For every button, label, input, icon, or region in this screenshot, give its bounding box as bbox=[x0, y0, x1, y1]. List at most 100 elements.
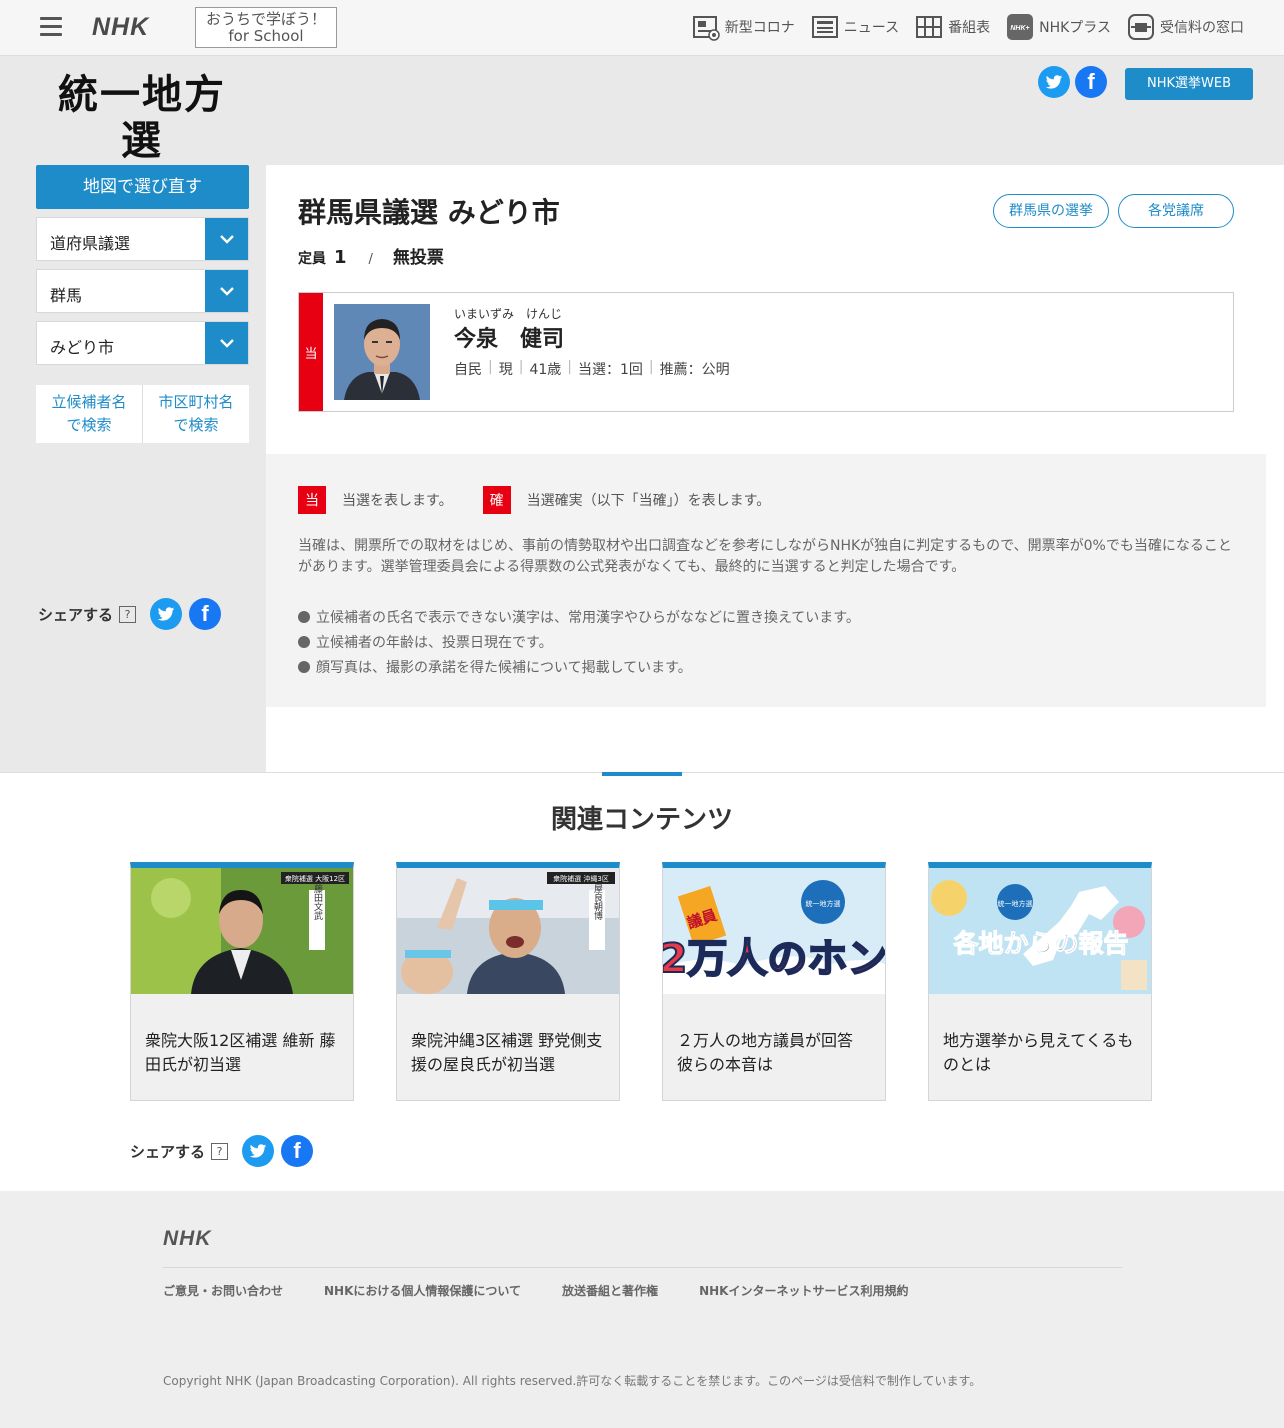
twitter-icon[interactable] bbox=[150, 598, 183, 630]
quota-label: 定員 bbox=[298, 251, 326, 267]
legend: 当 当選を表します。 確 当選確実（以下「当確」）を表します。 bbox=[298, 486, 770, 514]
top-navigation-bar: NHK おうちで学ぼう！ for School 新型コロナ ニュース 番組表 N… bbox=[0, 0, 1284, 56]
election-logo-title: 統一地方選 bbox=[58, 72, 226, 164]
candidate-age: 41歳 bbox=[529, 362, 562, 378]
related-card[interactable]: 衆院補選 沖縄3区 屋良朝博 衆院沖縄3区補選 野党側支援の屋良氏が初当選 bbox=[396, 862, 620, 1101]
meta-separator: / bbox=[368, 252, 373, 267]
footer-link-contact[interactable]: ご意見・お問い合わせ bbox=[163, 1282, 283, 1299]
nhk-election-web-button[interactable]: NHK選挙WEB bbox=[1125, 68, 1253, 100]
nhk-plus-icon: NHK+ bbox=[1007, 14, 1034, 40]
nhk-logo[interactable]: NHK bbox=[92, 13, 149, 42]
footer-link-copyright[interactable]: 放送番組と著作権 bbox=[562, 1282, 658, 1299]
twitter-icon[interactable] bbox=[1038, 66, 1070, 98]
nav-corona[interactable]: 新型コロナ bbox=[692, 13, 795, 41]
notes-list-item: 立候補者の年齢は、投票日現在です。 bbox=[298, 629, 860, 654]
election-type-value: 道府県議選 bbox=[50, 234, 131, 253]
card-thumbnail: 衆院補選 沖縄3区 屋良朝博 bbox=[397, 868, 619, 994]
nav-nhk-plus-label: NHKプラス bbox=[1039, 20, 1111, 36]
nav-reception-fee-label: 受信料の窓口 bbox=[1160, 20, 1244, 36]
elected-mark: 当 bbox=[298, 486, 326, 514]
gunma-elections-link[interactable]: 群馬県の選挙 bbox=[993, 194, 1109, 228]
choose-by-map-button[interactable]: 地図で選び直す bbox=[36, 165, 249, 209]
for-school-line2: for School bbox=[228, 27, 304, 45]
notes-box: 当 当選を表します。 確 当選確実（以下「当確」）を表します。 当確は、開票所で… bbox=[266, 454, 1266, 707]
chevron-down-icon bbox=[205, 270, 248, 312]
notes-list: 立候補者の氏名で表示できない漢字は、常用漢字やひらがななどに置き換えています。 … bbox=[298, 604, 860, 679]
card-thumbnail: 衆院補選 大阪12区 藤田文武 bbox=[131, 868, 353, 994]
related-card[interactable]: 統一地方選 各地からの報告 地方選挙から見えてくるものとは bbox=[928, 862, 1152, 1101]
program-guide-icon bbox=[916, 16, 943, 38]
search-options: 立候補者名で検索 市区町村名で検索 bbox=[36, 385, 249, 443]
news-icon bbox=[811, 16, 838, 38]
prefecture-select[interactable]: 群馬 bbox=[36, 269, 249, 313]
related-heading: 関連コンテンツ bbox=[550, 805, 733, 835]
city-select[interactable]: みどり市 bbox=[36, 321, 249, 365]
nav-program-guide[interactable]: 番組表 bbox=[915, 13, 990, 41]
share-help-icon[interactable]: ? bbox=[119, 605, 137, 623]
elected-mark-description: 当選を表します。 bbox=[342, 493, 453, 509]
thumb-caption: 衆院補選 大阪12区 bbox=[285, 874, 345, 883]
footer-nhk-logo[interactable]: NHK bbox=[163, 1227, 212, 1251]
search-by-city-button[interactable]: 市区町村名で検索 bbox=[142, 385, 249, 443]
candidate-furigana: いまいずみ けんじ bbox=[454, 307, 563, 321]
attr-separator: | bbox=[518, 359, 524, 375]
menu-icon[interactable] bbox=[40, 17, 62, 37]
candidate-endorsement: 推薦：公明 bbox=[659, 362, 730, 378]
bullet-icon bbox=[298, 660, 310, 673]
race-result-panel: 群馬県議選 みどり市 定員 1 / 無投票 群馬県の選挙 各党議席 当 いまいず… bbox=[266, 165, 1284, 772]
prefecture-value: 群馬 bbox=[50, 286, 83, 305]
facebook-icon[interactable]: f bbox=[1075, 66, 1107, 98]
thumb-main-text: 2万人のホンネ bbox=[663, 936, 885, 982]
uncontested-status: 無投票 bbox=[392, 248, 444, 268]
related-contents: 関連コンテンツ 衆院補選 大阪12区 藤田文武 衆院大阪12区補選 維新 藤田氏… bbox=[0, 772, 1284, 1191]
twitter-icon[interactable] bbox=[242, 1135, 275, 1167]
note-text: 立候補者の年齢は、投票日現在です。 bbox=[316, 634, 553, 651]
search-by-candidate-label: 立候補者名で検索 bbox=[51, 393, 127, 434]
footer-links: ご意見・お問い合わせ NHKにおける個人情報保護について 放送番組と著作権 NH… bbox=[163, 1282, 949, 1299]
note-text: 立候補者の氏名で表示できない漢字は、常用漢字やひらがななどに置き換えています。 bbox=[316, 609, 860, 626]
sidebar-share: シェアする ? f bbox=[38, 598, 228, 630]
footer-link-privacy[interactable]: NHKにおける個人情報保護について bbox=[324, 1282, 521, 1299]
section-accent bbox=[602, 772, 682, 776]
share-label: シェアする bbox=[130, 1142, 206, 1161]
thumb-main-text: 各地からの報告 bbox=[952, 929, 1128, 958]
attr-separator: | bbox=[567, 359, 572, 375]
top-nav-links: 新型コロナ ニュース 番組表 NHK+ NHKプラス 受信料の窓口 bbox=[676, 13, 1244, 41]
party-seats-link[interactable]: 各党議席 bbox=[1118, 194, 1234, 228]
sure-win-mark-description: 当選確実（以下「当確」）を表します。 bbox=[526, 493, 771, 509]
chevron-down-icon bbox=[205, 322, 248, 364]
candidate-photo bbox=[334, 304, 430, 400]
candidate-incumbency: 現 bbox=[498, 362, 513, 378]
card-title: ２万人の地方議員が回答 彼らの本音は bbox=[677, 1031, 854, 1074]
race-meta: 定員 1 / 無投票 bbox=[298, 243, 444, 268]
election-type-select[interactable]: 道府県議選 bbox=[36, 217, 249, 261]
card-thumbnail: 統一地方選 各地からの報告 bbox=[929, 868, 1151, 994]
card-title: 衆院大阪12区補選 維新 藤田氏が初当選 bbox=[145, 1031, 336, 1074]
related-share: シェアする ? f bbox=[130, 1135, 320, 1167]
related-card[interactable]: 議員 2万人のホンネ 統一地方選 ２万人の地方議員が回答 彼らの本音は bbox=[662, 862, 886, 1101]
chevron-down-icon bbox=[205, 218, 248, 260]
svg-text:NHK+: NHK+ bbox=[1010, 25, 1029, 32]
footer-link-terms[interactable]: NHKインターネットサービス利用規約 bbox=[699, 1282, 908, 1299]
bullet-icon bbox=[298, 635, 310, 648]
nav-news[interactable]: ニュース bbox=[811, 13, 899, 41]
facebook-icon[interactable]: f bbox=[189, 598, 222, 630]
candidate-attributes: 自民 | 現 | 41歳 | 当選：1回 | 推薦：公明 bbox=[454, 359, 730, 379]
nav-nhk-plus[interactable]: NHK+ NHKプラス bbox=[1006, 13, 1111, 41]
sure-win-explanation: 当確は、開票所での取材をはじめ、事前の情勢取材や出口調査などを参考にしながらNH… bbox=[298, 538, 1232, 575]
thumb-vertical-name: 屋良朝博 bbox=[592, 884, 603, 921]
notes-list-item: 立候補者の氏名で表示できない漢字は、常用漢字やひらがななどに置き換えています。 bbox=[298, 604, 860, 629]
for-school-line1: おうちで学ぼう！ bbox=[205, 10, 326, 28]
related-card[interactable]: 衆院補選 大阪12区 藤田文武 衆院大阪12区補選 維新 藤田氏が初当選 bbox=[130, 862, 354, 1101]
share-help-icon[interactable]: ? bbox=[211, 1142, 229, 1160]
nav-corona-label: 新型コロナ bbox=[724, 20, 795, 36]
thumb-logo-text: 統一地方選 bbox=[998, 899, 1033, 908]
quota-value: 1 bbox=[334, 247, 347, 268]
nav-reception-fee[interactable]: 受信料の窓口 bbox=[1127, 13, 1244, 41]
corona-news-icon bbox=[692, 16, 720, 41]
search-by-candidate-button[interactable]: 立候補者名で検索 bbox=[36, 385, 142, 443]
facebook-icon[interactable]: f bbox=[281, 1135, 314, 1167]
sure-win-mark: 確 bbox=[482, 486, 511, 514]
for-school-button[interactable]: おうちで学ぼう！ for School bbox=[195, 7, 337, 48]
sidebar: 地図で選び直す 道府県議選 群馬 みどり市 立候補者名で検索 市区町村名で検索 … bbox=[0, 165, 266, 772]
